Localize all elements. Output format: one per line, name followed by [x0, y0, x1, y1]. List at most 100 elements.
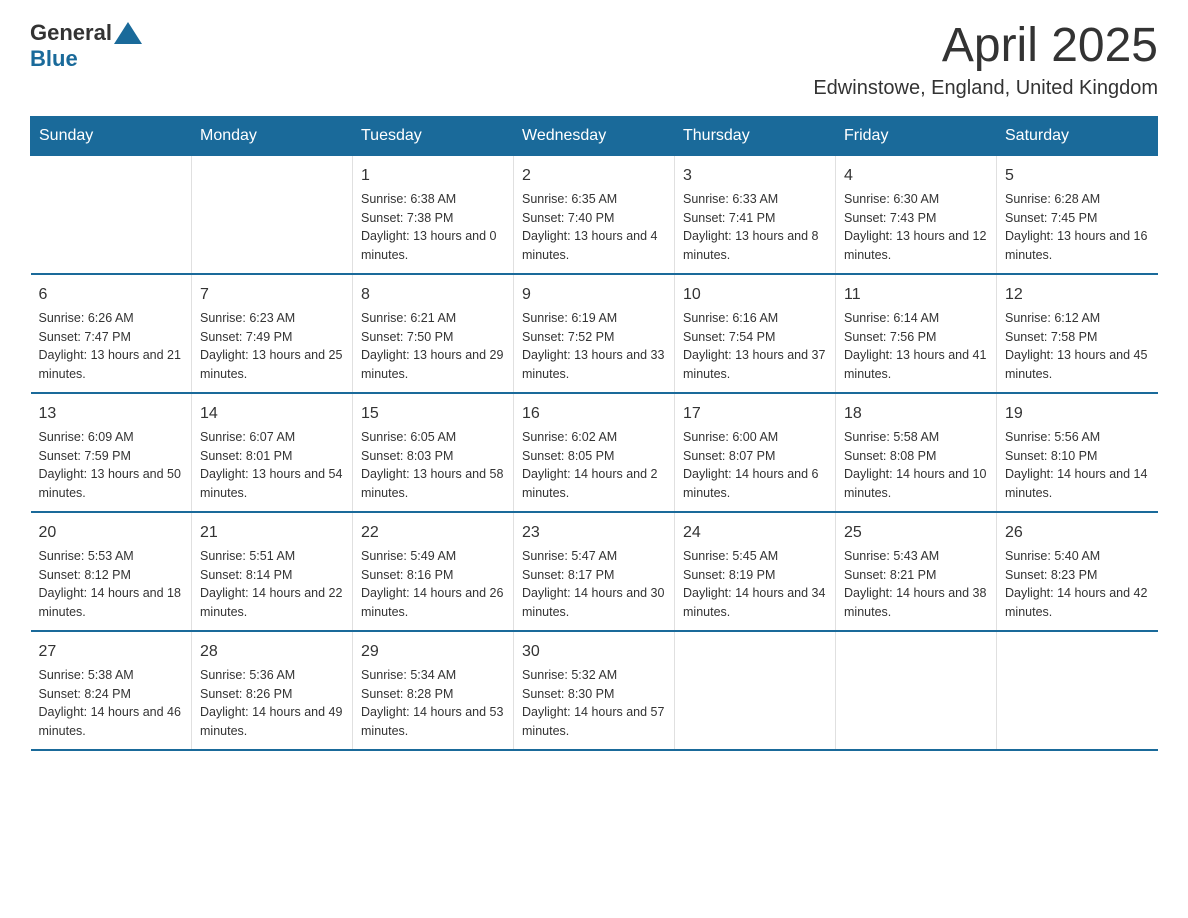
day-info: Sunrise: 6:38 AMSunset: 7:38 PMDaylight:… [361, 190, 505, 265]
day-info: Sunrise: 5:43 AMSunset: 8:21 PMDaylight:… [844, 547, 988, 622]
day-info: Sunrise: 6:00 AMSunset: 8:07 PMDaylight:… [683, 428, 827, 503]
day-number: 7 [200, 283, 344, 307]
column-header-sunday: Sunday [31, 116, 192, 155]
day-info: Sunrise: 6:33 AMSunset: 7:41 PMDaylight:… [683, 190, 827, 265]
column-header-tuesday: Tuesday [353, 116, 514, 155]
day-number: 11 [844, 283, 988, 307]
calendar-cell: 19Sunrise: 5:56 AMSunset: 8:10 PMDayligh… [997, 393, 1158, 512]
calendar-week-row: 6Sunrise: 6:26 AMSunset: 7:47 PMDaylight… [31, 274, 1158, 393]
day-number: 25 [844, 521, 988, 545]
day-info: Sunrise: 5:56 AMSunset: 8:10 PMDaylight:… [1005, 428, 1150, 503]
day-info: Sunrise: 6:28 AMSunset: 7:45 PMDaylight:… [1005, 190, 1150, 265]
day-info: Sunrise: 6:19 AMSunset: 7:52 PMDaylight:… [522, 309, 666, 384]
calendar-cell: 10Sunrise: 6:16 AMSunset: 7:54 PMDayligh… [675, 274, 836, 393]
logo-text-general: General [30, 20, 112, 46]
day-info: Sunrise: 5:51 AMSunset: 8:14 PMDaylight:… [200, 547, 344, 622]
day-info: Sunrise: 6:23 AMSunset: 7:49 PMDaylight:… [200, 309, 344, 384]
calendar-cell: 17Sunrise: 6:00 AMSunset: 8:07 PMDayligh… [675, 393, 836, 512]
day-info: Sunrise: 5:47 AMSunset: 8:17 PMDaylight:… [522, 547, 666, 622]
logo-text-blue: Blue [30, 46, 78, 72]
calendar-header-row: SundayMondayTuesdayWednesdayThursdayFrid… [31, 116, 1158, 155]
calendar-cell: 30Sunrise: 5:32 AMSunset: 8:30 PMDayligh… [514, 631, 675, 750]
day-number: 8 [361, 283, 505, 307]
day-number: 6 [39, 283, 184, 307]
day-number: 28 [200, 640, 344, 664]
day-info: Sunrise: 5:32 AMSunset: 8:30 PMDaylight:… [522, 666, 666, 741]
day-number: 10 [683, 283, 827, 307]
calendar-table: SundayMondayTuesdayWednesdayThursdayFrid… [30, 116, 1158, 751]
day-number: 16 [522, 402, 666, 426]
column-header-thursday: Thursday [675, 116, 836, 155]
day-info: Sunrise: 5:53 AMSunset: 8:12 PMDaylight:… [39, 547, 184, 622]
day-info: Sunrise: 5:49 AMSunset: 8:16 PMDaylight:… [361, 547, 505, 622]
day-number: 15 [361, 402, 505, 426]
day-number: 1 [361, 164, 505, 188]
column-header-friday: Friday [836, 116, 997, 155]
calendar-cell [675, 631, 836, 750]
day-info: Sunrise: 5:34 AMSunset: 8:28 PMDaylight:… [361, 666, 505, 741]
day-number: 20 [39, 521, 184, 545]
day-number: 21 [200, 521, 344, 545]
calendar-cell: 24Sunrise: 5:45 AMSunset: 8:19 PMDayligh… [675, 512, 836, 631]
logo-triangle-icon [114, 22, 142, 44]
column-header-wednesday: Wednesday [514, 116, 675, 155]
calendar-cell: 27Sunrise: 5:38 AMSunset: 8:24 PMDayligh… [31, 631, 192, 750]
calendar-cell: 16Sunrise: 6:02 AMSunset: 8:05 PMDayligh… [514, 393, 675, 512]
day-number: 12 [1005, 283, 1150, 307]
day-number: 2 [522, 164, 666, 188]
calendar-cell: 22Sunrise: 5:49 AMSunset: 8:16 PMDayligh… [353, 512, 514, 631]
page-subtitle: Edwinstowe, England, United Kingdom [813, 77, 1158, 100]
calendar-cell: 18Sunrise: 5:58 AMSunset: 8:08 PMDayligh… [836, 393, 997, 512]
calendar-cell: 13Sunrise: 6:09 AMSunset: 7:59 PMDayligh… [31, 393, 192, 512]
day-info: Sunrise: 6:12 AMSunset: 7:58 PMDaylight:… [1005, 309, 1150, 384]
calendar-cell: 28Sunrise: 5:36 AMSunset: 8:26 PMDayligh… [192, 631, 353, 750]
calendar-cell: 3Sunrise: 6:33 AMSunset: 7:41 PMDaylight… [675, 155, 836, 274]
calendar-cell: 25Sunrise: 5:43 AMSunset: 8:21 PMDayligh… [836, 512, 997, 631]
day-info: Sunrise: 6:02 AMSunset: 8:05 PMDaylight:… [522, 428, 666, 503]
logo: General Blue [30, 20, 144, 72]
day-info: Sunrise: 5:36 AMSunset: 8:26 PMDaylight:… [200, 666, 344, 741]
calendar-cell [192, 155, 353, 274]
column-header-saturday: Saturday [997, 116, 1158, 155]
calendar-cell: 11Sunrise: 6:14 AMSunset: 7:56 PMDayligh… [836, 274, 997, 393]
day-info: Sunrise: 6:16 AMSunset: 7:54 PMDaylight:… [683, 309, 827, 384]
calendar-cell: 12Sunrise: 6:12 AMSunset: 7:58 PMDayligh… [997, 274, 1158, 393]
calendar-cell: 6Sunrise: 6:26 AMSunset: 7:47 PMDaylight… [31, 274, 192, 393]
calendar-week-row: 1Sunrise: 6:38 AMSunset: 7:38 PMDaylight… [31, 155, 1158, 274]
calendar-week-row: 13Sunrise: 6:09 AMSunset: 7:59 PMDayligh… [31, 393, 1158, 512]
calendar-cell: 29Sunrise: 5:34 AMSunset: 8:28 PMDayligh… [353, 631, 514, 750]
calendar-cell [997, 631, 1158, 750]
day-number: 26 [1005, 521, 1150, 545]
day-number: 24 [683, 521, 827, 545]
calendar-week-row: 20Sunrise: 5:53 AMSunset: 8:12 PMDayligh… [31, 512, 1158, 631]
day-number: 3 [683, 164, 827, 188]
calendar-cell: 4Sunrise: 6:30 AMSunset: 7:43 PMDaylight… [836, 155, 997, 274]
day-info: Sunrise: 6:07 AMSunset: 8:01 PMDaylight:… [200, 428, 344, 503]
day-info: Sunrise: 6:14 AMSunset: 7:56 PMDaylight:… [844, 309, 988, 384]
day-number: 22 [361, 521, 505, 545]
calendar-cell: 26Sunrise: 5:40 AMSunset: 8:23 PMDayligh… [997, 512, 1158, 631]
day-number: 14 [200, 402, 344, 426]
page-header: General Blue April 2025 Edwinstowe, Engl… [30, 20, 1158, 100]
calendar-cell [836, 631, 997, 750]
calendar-cell: 23Sunrise: 5:47 AMSunset: 8:17 PMDayligh… [514, 512, 675, 631]
day-info: Sunrise: 6:09 AMSunset: 7:59 PMDaylight:… [39, 428, 184, 503]
day-number: 29 [361, 640, 505, 664]
calendar-week-row: 27Sunrise: 5:38 AMSunset: 8:24 PMDayligh… [31, 631, 1158, 750]
day-info: Sunrise: 6:35 AMSunset: 7:40 PMDaylight:… [522, 190, 666, 265]
calendar-cell: 15Sunrise: 6:05 AMSunset: 8:03 PMDayligh… [353, 393, 514, 512]
day-info: Sunrise: 5:38 AMSunset: 8:24 PMDaylight:… [39, 666, 184, 741]
day-info: Sunrise: 6:21 AMSunset: 7:50 PMDaylight:… [361, 309, 505, 384]
calendar-cell: 7Sunrise: 6:23 AMSunset: 7:49 PMDaylight… [192, 274, 353, 393]
day-number: 27 [39, 640, 184, 664]
calendar-cell: 14Sunrise: 6:07 AMSunset: 8:01 PMDayligh… [192, 393, 353, 512]
day-info: Sunrise: 6:30 AMSunset: 7:43 PMDaylight:… [844, 190, 988, 265]
day-info: Sunrise: 6:05 AMSunset: 8:03 PMDaylight:… [361, 428, 505, 503]
day-number: 9 [522, 283, 666, 307]
day-number: 19 [1005, 402, 1150, 426]
day-number: 23 [522, 521, 666, 545]
day-number: 13 [39, 402, 184, 426]
calendar-cell: 20Sunrise: 5:53 AMSunset: 8:12 PMDayligh… [31, 512, 192, 631]
calendar-cell: 1Sunrise: 6:38 AMSunset: 7:38 PMDaylight… [353, 155, 514, 274]
title-section: April 2025 Edwinstowe, England, United K… [813, 20, 1158, 100]
